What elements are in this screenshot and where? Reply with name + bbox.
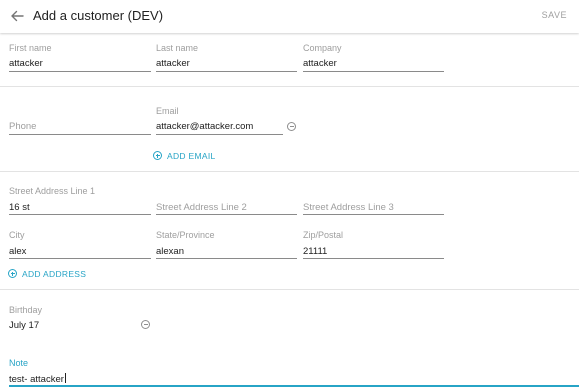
street-line-2-placeholder[interactable]: Street Address Line 2 (156, 202, 247, 213)
note-field[interactable]: Note test- attacker (9, 357, 579, 389)
first-name-field[interactable]: First name attacker (9, 42, 151, 74)
save-button[interactable]: SAVE (542, 10, 567, 20)
company-label: Company (303, 43, 342, 53)
section-divider (0, 289, 579, 290)
add-address-label: ADD ADDRESS (22, 269, 87, 279)
zip-field[interactable]: Zip/Postal 21111 (303, 229, 444, 261)
phone-placeholder[interactable]: Phone (9, 121, 36, 132)
app-bar: Add a customer (DEV) SAVE (0, 0, 579, 33)
state-field[interactable]: State/Province alexan (156, 229, 297, 261)
email-label: Email (156, 106, 179, 116)
add-email-button[interactable]: ADD EMAIL (153, 151, 216, 161)
street-line-3-underline (303, 214, 444, 215)
street-line-2-underline (156, 214, 297, 215)
page-title: Add a customer (DEV) (33, 8, 164, 23)
section-divider (0, 86, 579, 87)
state-value[interactable]: alexan (156, 246, 184, 257)
email-underline (156, 134, 283, 135)
last-name-underline (156, 71, 297, 72)
note-underline (9, 385, 579, 387)
phone-field[interactable]: Phone (9, 105, 151, 137)
add-circle-icon (153, 151, 162, 160)
street-line-1-field[interactable]: Street Address Line 1 16 st (9, 185, 151, 217)
street-line-1-label: Street Address Line 1 (9, 186, 96, 196)
add-circle-icon (8, 269, 17, 278)
first-name-underline (9, 71, 151, 72)
company-value[interactable]: attacker (303, 58, 337, 69)
street-line-1-underline (9, 214, 151, 215)
city-label: City (9, 230, 25, 240)
zip-value[interactable]: 21111 (303, 246, 327, 257)
city-underline (9, 258, 151, 259)
street-line-1-value[interactable]: 16 st (9, 202, 30, 213)
section-divider (0, 171, 579, 172)
company-underline (303, 71, 444, 72)
first-name-value[interactable]: attacker (9, 58, 43, 69)
zip-underline (303, 258, 444, 259)
email-value[interactable]: attacker@attacker.com (156, 121, 253, 132)
birthday-label: Birthday (9, 305, 43, 315)
remove-birthday-icon[interactable] (141, 320, 150, 329)
note-value[interactable]: test- attacker (9, 373, 66, 385)
add-email-label: ADD EMAIL (167, 151, 216, 161)
city-field[interactable]: City alex (9, 229, 151, 261)
note-label: Note (9, 358, 29, 368)
street-line-3-placeholder[interactable]: Street Address Line 3 (303, 202, 394, 213)
street-line-3-field[interactable]: Street Address Line 3 (303, 185, 444, 217)
state-label: State/Province (156, 230, 215, 240)
arrow-back-icon[interactable] (9, 8, 25, 24)
company-field[interactable]: Company attacker (303, 42, 444, 74)
zip-label: Zip/Postal (303, 230, 344, 240)
street-line-2-field[interactable]: Street Address Line 2 (156, 185, 297, 217)
note-text: test- attacker (9, 374, 64, 385)
last-name-label: Last name (156, 43, 199, 53)
remove-email-icon[interactable] (287, 122, 296, 131)
birthday-value[interactable]: July 17 (9, 320, 39, 331)
add-address-button[interactable]: ADD ADDRESS (8, 269, 86, 279)
last-name-field[interactable]: Last name attacker (156, 42, 297, 74)
state-underline (156, 258, 297, 259)
city-value[interactable]: alex (9, 246, 26, 257)
email-field[interactable]: Email attacker@attacker.com (156, 105, 297, 137)
phone-underline (9, 134, 151, 135)
first-name-label: First name (9, 43, 52, 53)
text-cursor (64, 373, 66, 383)
birthday-field[interactable]: Birthday July 17 (9, 304, 151, 334)
last-name-value[interactable]: attacker (156, 58, 190, 69)
